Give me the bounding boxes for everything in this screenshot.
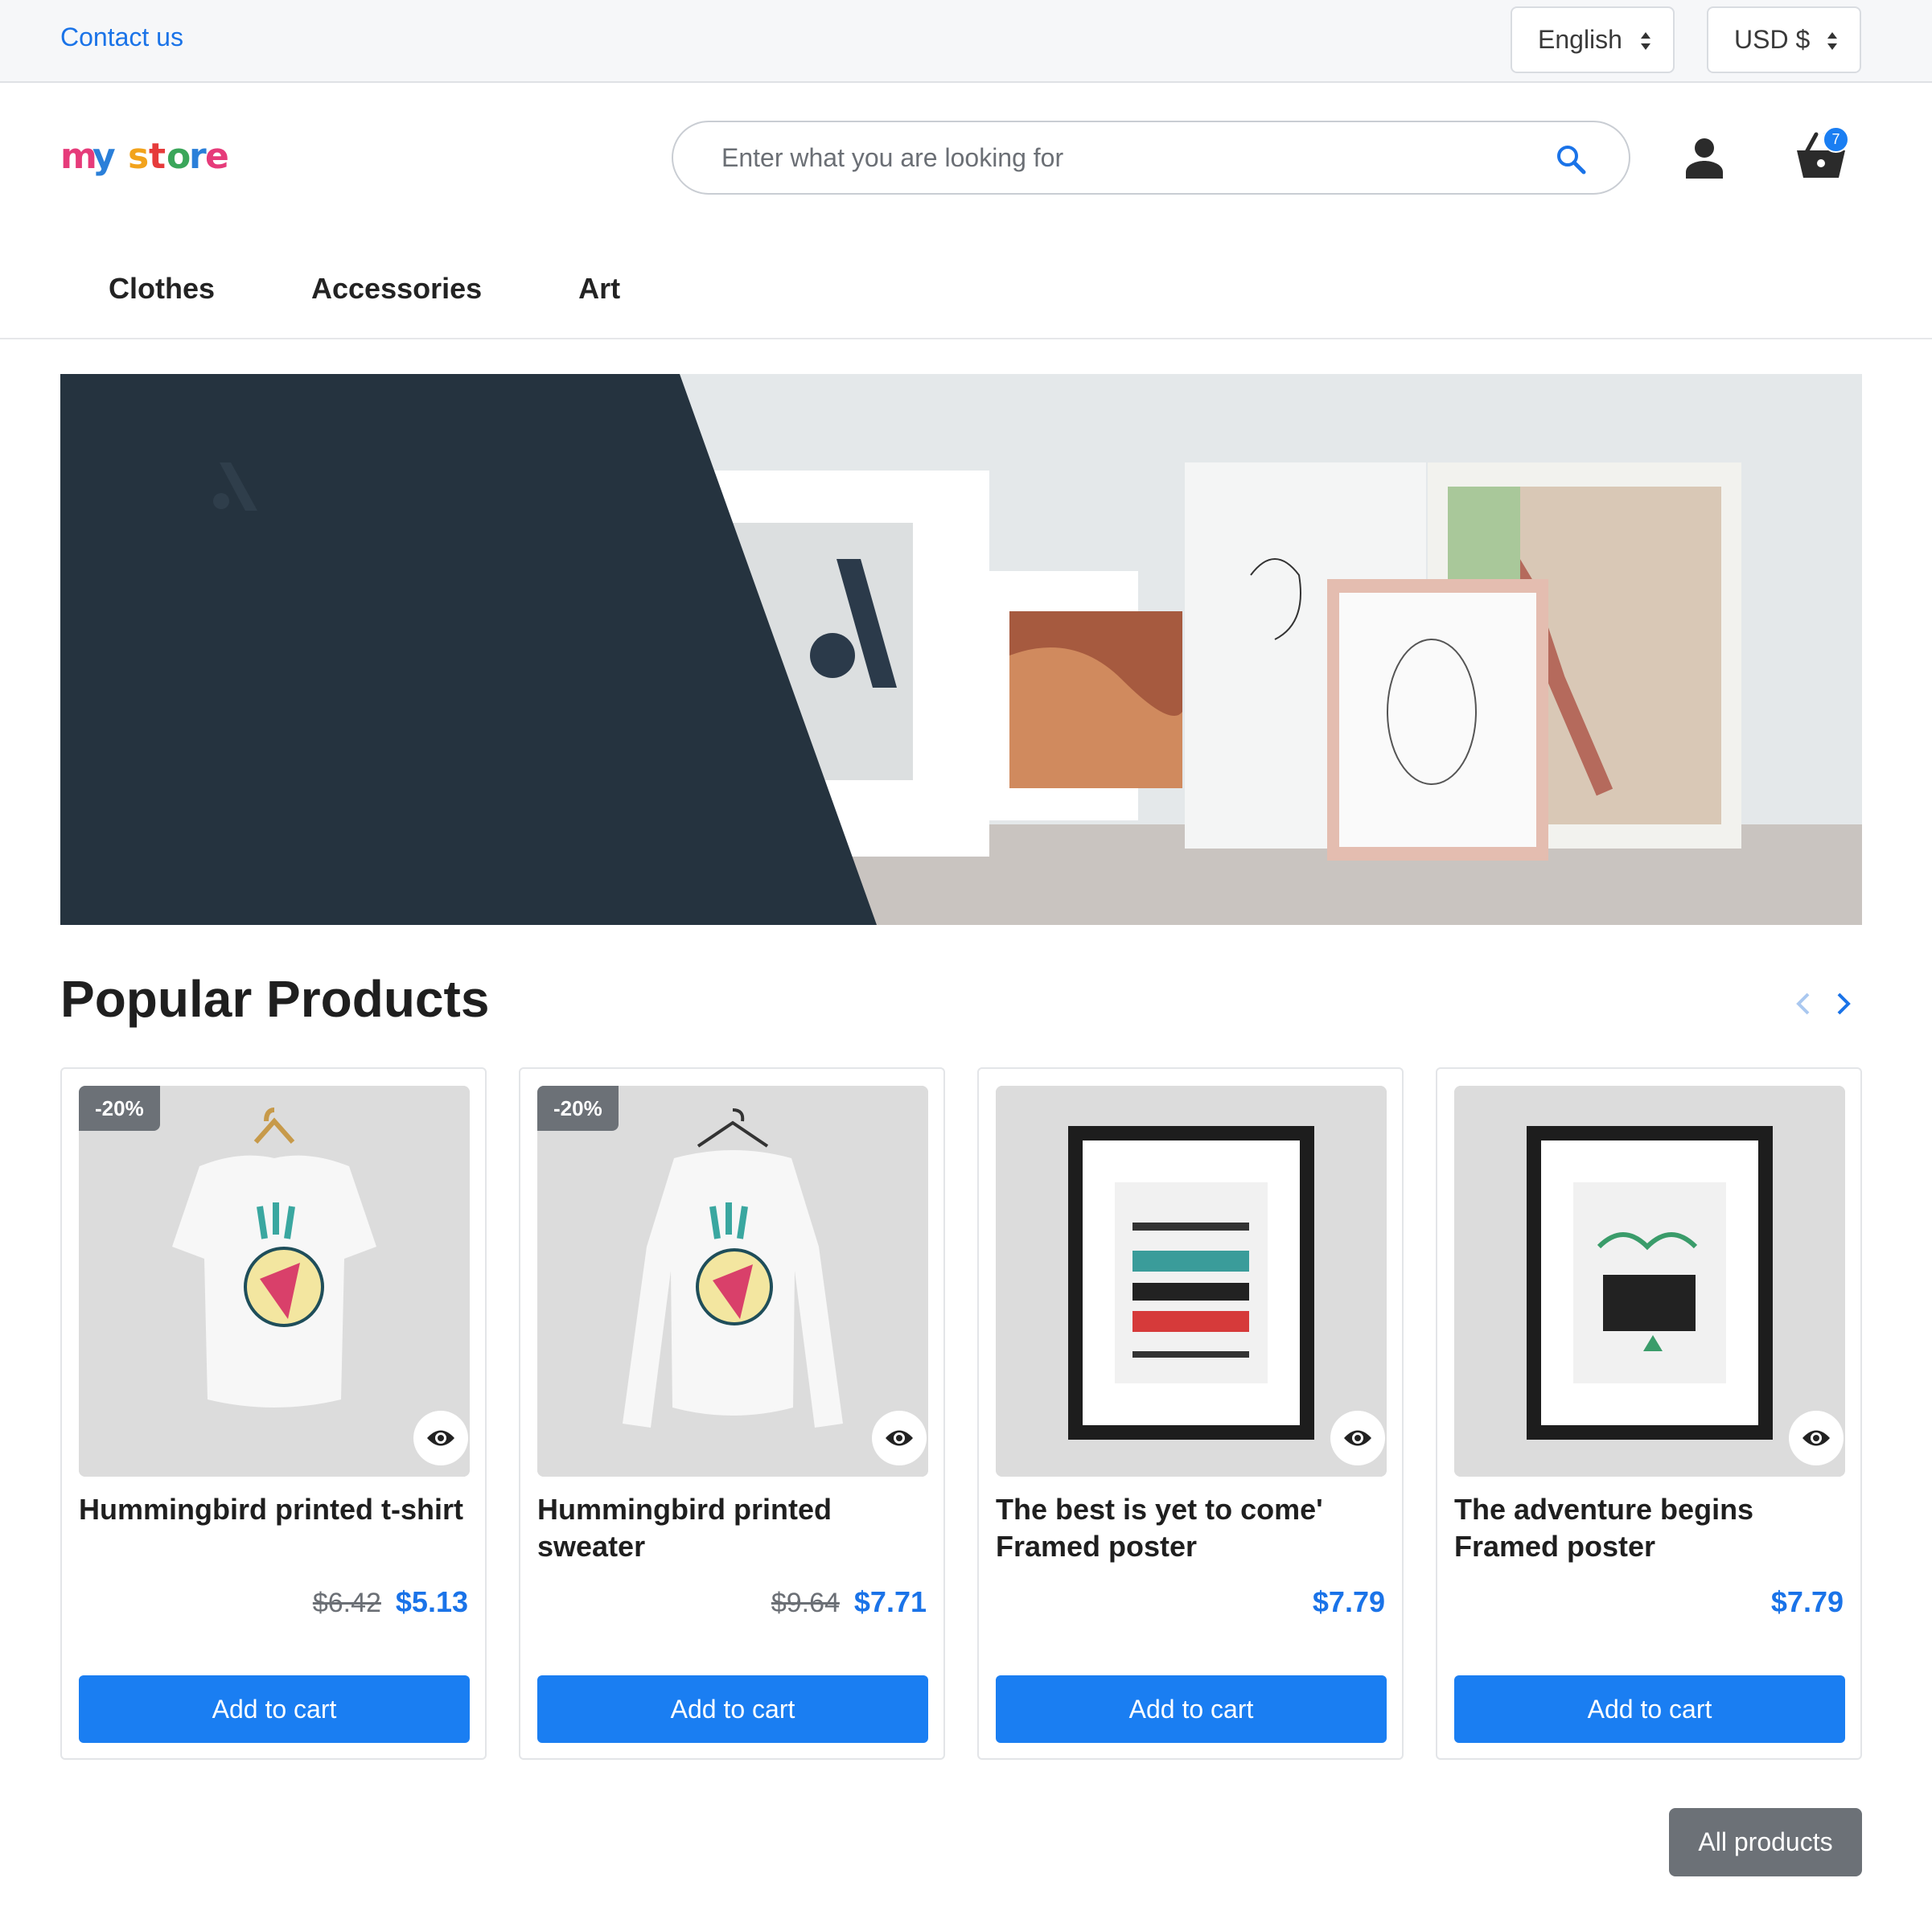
eye-icon xyxy=(886,1430,913,1446)
quick-view-button[interactable] xyxy=(1789,1411,1844,1465)
nav-item-art[interactable]: Art xyxy=(530,263,668,314)
cart-count-badge: 7 xyxy=(1823,126,1849,153)
poster-best-image xyxy=(996,1086,1387,1477)
sweater-image xyxy=(537,1086,928,1477)
tshirt-image xyxy=(79,1086,470,1477)
quick-view-button[interactable] xyxy=(413,1411,468,1465)
current-price: $7.79 xyxy=(1770,1585,1844,1618)
svg-text:e: e xyxy=(205,136,229,177)
product-name[interactable]: The best is yet to come' Framed poster xyxy=(996,1491,1395,1565)
nav-item-clothes[interactable]: Clothes xyxy=(60,263,263,314)
chevron-left-icon[interactable] xyxy=(1792,989,1815,1018)
store-logo[interactable]: m y s t o r e xyxy=(60,131,229,187)
hero-banner[interactable] xyxy=(60,374,1862,925)
top-bar: Contact us English USD $ xyxy=(0,0,1932,83)
current-price: $5.13 xyxy=(395,1585,468,1618)
sort-caret-icon xyxy=(1641,32,1650,50)
add-to-cart-button[interactable]: Add to cart xyxy=(537,1675,928,1743)
all-products-button[interactable]: All products xyxy=(1669,1808,1862,1876)
currency-select[interactable]: USD $ xyxy=(1707,6,1861,73)
main-nav: Clothes Accessories Art xyxy=(60,263,668,314)
popular-products-title: Popular Products xyxy=(60,970,490,1028)
chevron-right-icon[interactable] xyxy=(1832,989,1855,1018)
product-name[interactable]: Hummingbird printed t-shirt xyxy=(79,1491,478,1528)
eye-icon xyxy=(1344,1430,1371,1446)
svg-text:r: r xyxy=(189,136,207,177)
regular-price: $9.64 xyxy=(771,1588,840,1618)
discount-badge: -20% xyxy=(79,1086,160,1131)
language-select[interactable]: English xyxy=(1511,6,1675,73)
product-card[interactable]: The best is yet to come' Framed poster $… xyxy=(977,1067,1404,1760)
contact-us-link[interactable]: Contact us xyxy=(60,23,183,52)
product-card[interactable]: -20% Hummingbird printed sweater $9.64 $… xyxy=(519,1067,945,1760)
product-carousel: -20% Hummingbird printed t-shirt $6.42 $… xyxy=(60,1067,1862,1760)
price-block: $6.42 $5.13 xyxy=(313,1585,468,1619)
product-image[interactable] xyxy=(537,1086,928,1477)
sort-caret-icon xyxy=(1827,32,1837,50)
price-block: $7.79 xyxy=(1771,1585,1844,1619)
svg-text:m: m xyxy=(60,136,97,177)
currency-value: USD $ xyxy=(1734,25,1811,54)
quick-view-button[interactable] xyxy=(872,1411,927,1465)
language-value: English xyxy=(1538,25,1622,54)
discount-badge: -20% xyxy=(537,1086,619,1131)
product-image[interactable] xyxy=(79,1086,470,1477)
product-image[interactable] xyxy=(1454,1086,1845,1477)
current-price: $7.79 xyxy=(1312,1585,1385,1618)
banner-image xyxy=(60,374,1862,925)
svg-text:o: o xyxy=(166,136,191,177)
nav-item-accessories[interactable]: Accessories xyxy=(263,263,530,314)
poster-adventure-image xyxy=(1454,1086,1845,1477)
add-to-cart-button[interactable]: Add to cart xyxy=(79,1675,470,1743)
site-header: m y s t o r e 7 Clothes Accessories Art xyxy=(0,84,1932,339)
eye-icon xyxy=(427,1430,454,1446)
current-price: $7.71 xyxy=(853,1585,927,1618)
add-to-cart-button[interactable]: Add to cart xyxy=(1454,1675,1845,1743)
search-box xyxy=(672,121,1630,195)
add-to-cart-button[interactable]: Add to cart xyxy=(996,1675,1387,1743)
svg-text:s: s xyxy=(128,136,149,177)
svg-text:t: t xyxy=(149,136,166,177)
product-name[interactable]: The adventure begins Framed poster xyxy=(1454,1491,1853,1565)
eye-icon xyxy=(1803,1430,1830,1446)
svg-text:y: y xyxy=(92,136,116,177)
product-image[interactable] xyxy=(996,1086,1387,1477)
price-block: $9.64 $7.71 xyxy=(771,1585,927,1619)
search-input[interactable] xyxy=(721,142,1494,173)
regular-price: $6.42 xyxy=(312,1588,381,1618)
price-block: $7.79 xyxy=(1313,1585,1385,1619)
product-card[interactable]: The adventure begins Framed poster $7.79… xyxy=(1436,1067,1862,1760)
quick-view-button[interactable] xyxy=(1330,1411,1385,1465)
search-icon[interactable] xyxy=(1555,143,1587,175)
user-icon[interactable] xyxy=(1684,137,1724,179)
product-name[interactable]: Hummingbird printed sweater xyxy=(537,1491,936,1565)
product-card[interactable]: -20% Hummingbird printed t-shirt $6.42 $… xyxy=(60,1067,487,1760)
